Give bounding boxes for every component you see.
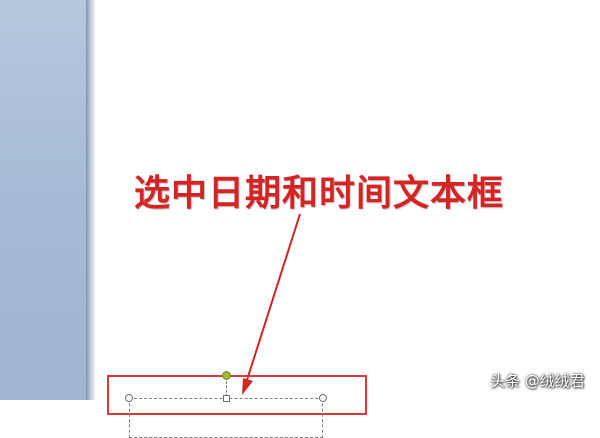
- date-time-textbox[interactable]: [129, 398, 323, 438]
- slide-thumbnail-pane[interactable]: [0, 0, 86, 400]
- resize-handle-top-center-icon[interactable]: [223, 395, 230, 402]
- rotation-handle-icon[interactable]: [222, 371, 231, 380]
- resize-handle-top-left-icon[interactable]: [125, 394, 133, 402]
- source-watermark: 头条 @绒绒君: [490, 372, 585, 390]
- resize-handle-top-right-icon[interactable]: [319, 394, 327, 402]
- annotation-label: 选中日期和时间文本框: [134, 173, 505, 214]
- pane-divider: [86, 0, 95, 400]
